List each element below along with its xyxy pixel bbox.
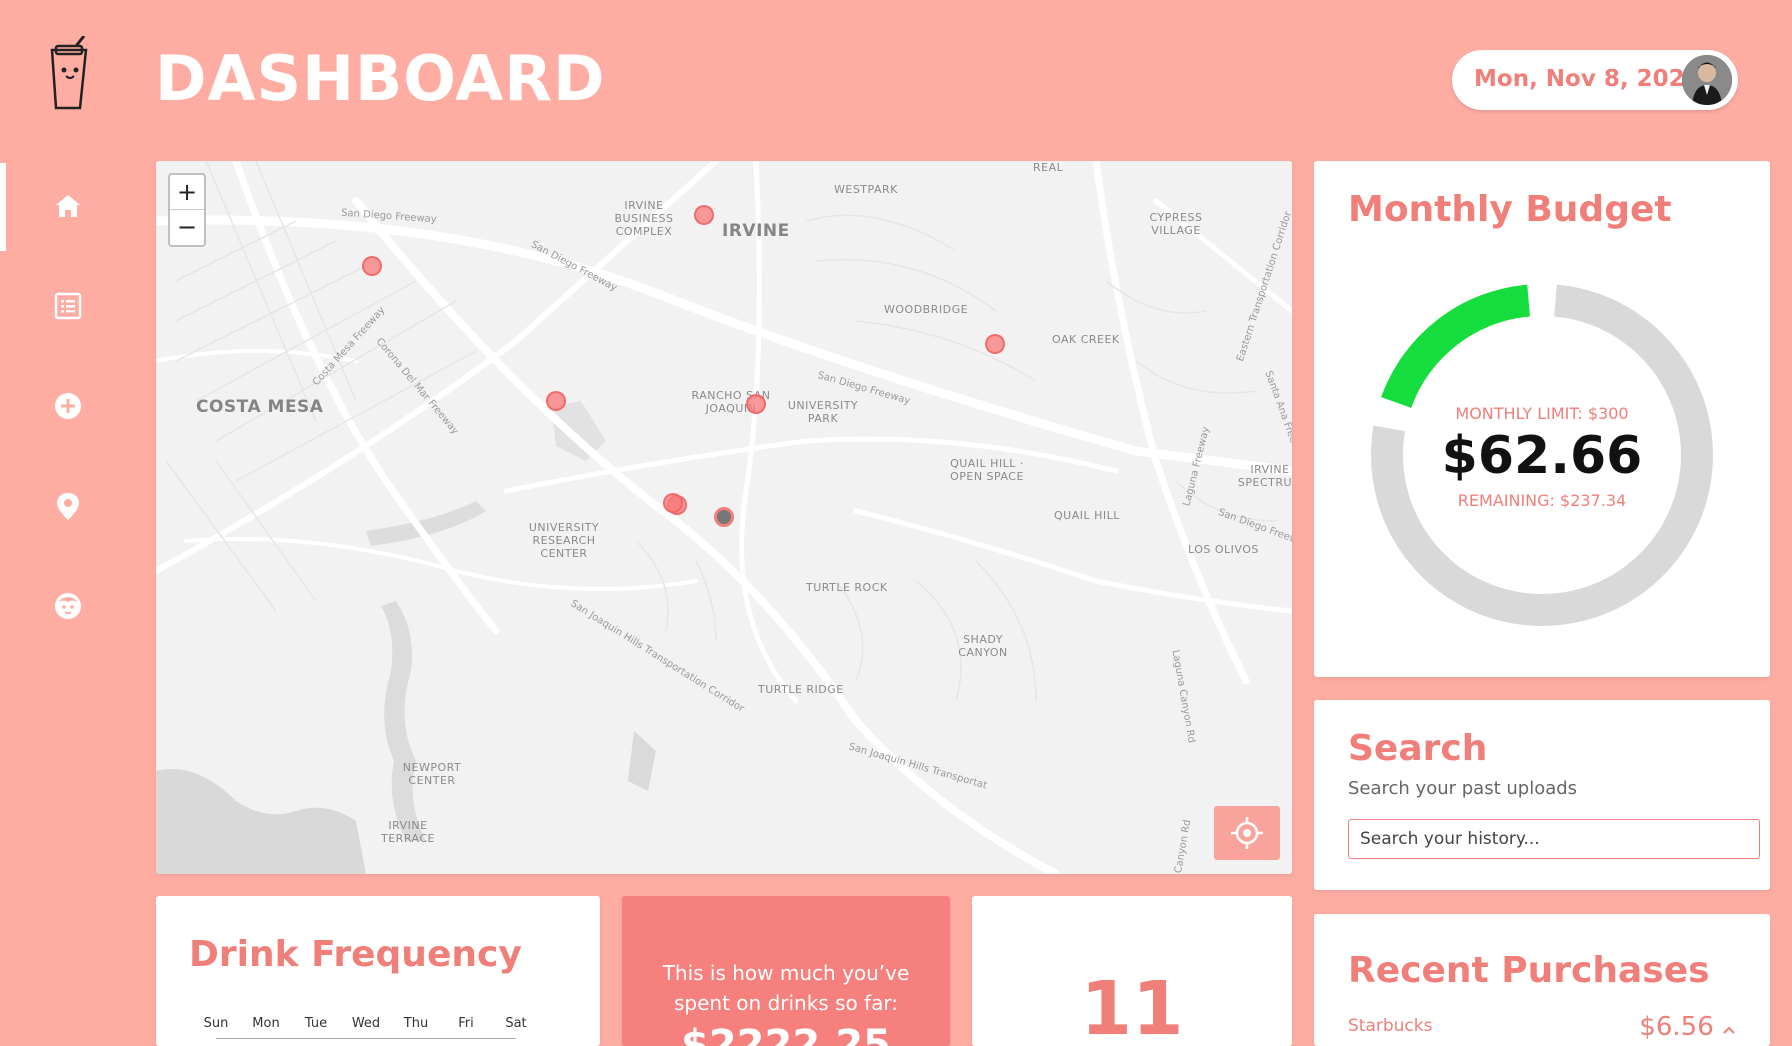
- date-pill: Mon, Nov 8, 2021: [1452, 50, 1738, 110]
- plus-circle-icon[interactable]: [52, 390, 84, 422]
- zoom-control: + −: [168, 173, 206, 247]
- map-label-rancho-san-joaquin: RANCHO SAN JOAQUIN: [691, 389, 771, 415]
- map-label-woodbridge: WOODBRIDGE: [884, 303, 969, 316]
- axis-line: [216, 1038, 516, 1039]
- recent-price-value: $6.56: [1639, 1012, 1714, 1042]
- app-logo-icon: [50, 36, 88, 110]
- day-label: Tue: [304, 1016, 328, 1031]
- map-label-real: REAL: [1033, 161, 1064, 174]
- home-icon[interactable]: [52, 190, 84, 222]
- day-label: Sun: [203, 1016, 229, 1031]
- zoom-in-button[interactable]: +: [170, 175, 204, 209]
- day-label: Fri: [458, 1016, 474, 1031]
- drink-count-card: 11: [972, 896, 1292, 1046]
- map-label-costa-mesa: COSTA MESA: [196, 397, 324, 417]
- search-card: Search Search your past uploads: [1314, 700, 1770, 890]
- day-label: Mon: [252, 1016, 280, 1031]
- locate-button[interactable]: [1214, 806, 1280, 860]
- day-label: Thu: [403, 1016, 429, 1031]
- day-label: Wed: [351, 1016, 381, 1031]
- budget-card: Monthly Budget MONTHLY LIMIT: $300 $62.6…: [1314, 161, 1770, 677]
- remaining-amount: REMAINING: $237.34: [1457, 491, 1627, 510]
- avatar[interactable]: [1682, 55, 1732, 105]
- search-input[interactable]: [1348, 819, 1760, 859]
- map-marker[interactable]: [362, 256, 382, 276]
- search-subtitle: Search your past uploads: [1348, 778, 1578, 799]
- chevron-up-icon[interactable]: [1722, 1025, 1736, 1035]
- map-marker[interactable]: [985, 334, 1005, 354]
- frequency-title: Drink Frequency: [189, 934, 522, 975]
- drink-count: 11: [1080, 966, 1184, 1046]
- zoom-out-button[interactable]: −: [170, 209, 204, 244]
- recent-purchase-row[interactable]: Starbucks $6.56: [1348, 1012, 1736, 1042]
- map-label-irvine-business: IRVINE BUSINESS COMPLEX: [614, 199, 674, 238]
- map-label-quail-hill-open-space: QUAIL HILL · OPEN SPACE: [950, 457, 1024, 483]
- map-label-newport-center: NEWPORT CENTER: [402, 761, 462, 787]
- search-title: Search: [1348, 728, 1488, 769]
- map-label-irvine: IRVINE: [722, 221, 790, 241]
- map-marker[interactable]: [663, 493, 683, 513]
- map-panel[interactable]: + − WESTPARK REAL IRVINE IRVINE BUSINESS…: [156, 161, 1292, 874]
- map-label-shady-canyon: SHADY CANYON: [958, 633, 1008, 659]
- recent-purchases-card: Recent Purchases Starbucks $6.56: [1314, 914, 1770, 1046]
- map-label-university-park: UNIVERSITY PARK: [787, 399, 859, 425]
- location-pin-icon[interactable]: [52, 490, 84, 522]
- total-spent-card: This is how much you’ve spent on drinks …: [622, 896, 950, 1046]
- map-label-irvine-terrace: IRVINE TERRACE: [381, 819, 435, 845]
- map-label-westpark: WESTPARK: [834, 183, 898, 196]
- map-label-turtle-ridge: TURTLE RIDGE: [758, 683, 844, 696]
- day-label: Sat: [505, 1016, 527, 1031]
- current-date: Mon, Nov 8, 2021: [1474, 66, 1701, 92]
- day-labels: Sun Mon Tue Wed Thu Fri Sat: [204, 1016, 527, 1036]
- list-icon[interactable]: [52, 290, 84, 322]
- crosshair-icon: [1231, 817, 1263, 849]
- recent-price: $6.56: [1639, 1012, 1736, 1042]
- map-marker[interactable]: [546, 391, 566, 411]
- page-title: DASHBOARD: [155, 42, 606, 115]
- monthly-limit: MONTHLY LIMIT: $300: [1455, 404, 1629, 423]
- map-marker-current[interactable]: [714, 507, 734, 527]
- map-label-quail-hill: QUAIL HILL: [1054, 509, 1120, 522]
- drink-frequency-card: Drink Frequency Sun Mon Tue Wed Thu Fri …: [156, 896, 600, 1046]
- sidebar-active-indicator: [0, 163, 6, 251]
- spent-amount: $62.66: [1441, 426, 1643, 486]
- total-spent-text: This is how much you’ve spent on drinks …: [662, 961, 910, 1015]
- total-spent-amount: $2222.25: [680, 1022, 892, 1046]
- map-label-irvine-spectrum: IRVINE SPECTRUM: [1237, 463, 1292, 489]
- map-label-university-research: UNIVERSITY RESEARCH CENTER: [528, 521, 600, 560]
- face-icon[interactable]: [52, 590, 84, 622]
- map-label-turtle-rock: TURTLE ROCK: [806, 581, 888, 594]
- map-marker[interactable]: [746, 394, 766, 414]
- recent-title: Recent Purchases: [1348, 950, 1710, 991]
- map-label-oak-creek: OAK CREEK: [1052, 333, 1120, 346]
- recent-store: Starbucks: [1348, 1016, 1433, 1036]
- map-label-los-olivos: LOS OLIVOS: [1188, 543, 1259, 556]
- map-label-cypress-village: CYPRESS VILLAGE: [1149, 211, 1203, 237]
- map-marker[interactable]: [694, 205, 714, 225]
